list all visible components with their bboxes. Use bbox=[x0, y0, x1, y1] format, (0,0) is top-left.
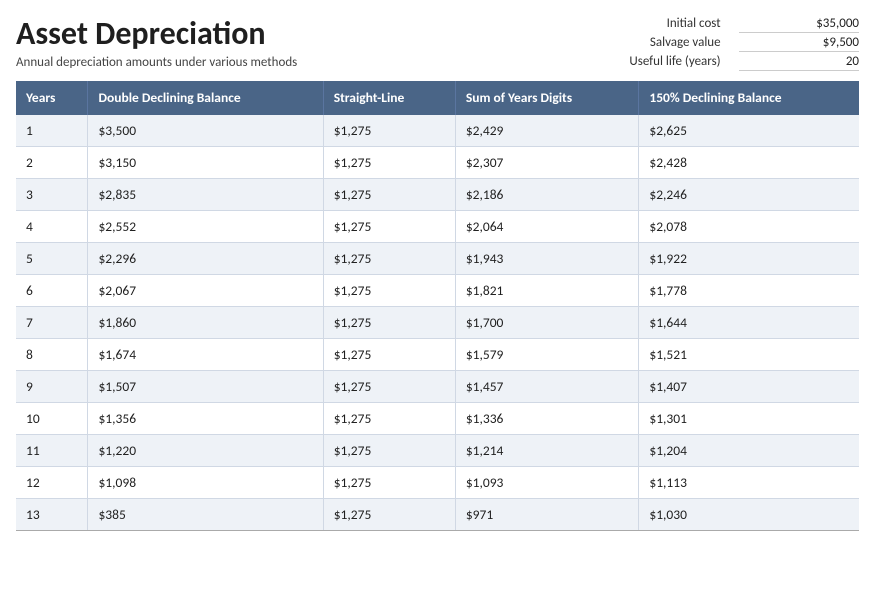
cell-year: 8 bbox=[16, 338, 88, 370]
table-row: 10$1,356$1,275$1,336$1,301 bbox=[16, 402, 859, 434]
cell-declining_150: $2,428 bbox=[639, 146, 859, 178]
table-row: 8$1,674$1,275$1,579$1,521 bbox=[16, 338, 859, 370]
cell-double_declining: $2,835 bbox=[88, 178, 323, 210]
cell-year: 1 bbox=[16, 115, 88, 147]
table-row: 6$2,067$1,275$1,821$1,778 bbox=[16, 274, 859, 306]
cell-double_declining: $2,552 bbox=[88, 210, 323, 242]
cell-year: 6 bbox=[16, 274, 88, 306]
cell-double_declining: $2,296 bbox=[88, 242, 323, 274]
cell-double_declining: $1,674 bbox=[88, 338, 323, 370]
cell-double_declining: $1,098 bbox=[88, 466, 323, 498]
info-block: Initial cost $35,000 Salvage value $9,500 Us… bbox=[579, 16, 859, 71]
table-row: 7$1,860$1,275$1,700$1,644 bbox=[16, 306, 859, 338]
col-header-sum_of_years: Sum of Years Digits bbox=[455, 81, 639, 115]
table-row: 2$3,150$1,275$2,307$2,428 bbox=[16, 146, 859, 178]
cell-straight_line: $1,275 bbox=[323, 402, 455, 434]
cell-declining_150: $1,301 bbox=[639, 402, 859, 434]
cell-declining_150: $1,521 bbox=[639, 338, 859, 370]
cell-year: 12 bbox=[16, 466, 88, 498]
cell-year: 2 bbox=[16, 146, 88, 178]
info-value: 20 bbox=[739, 54, 859, 71]
cell-straight_line: $1,275 bbox=[323, 210, 455, 242]
cell-year: 13 bbox=[16, 498, 88, 530]
cell-year: 3 bbox=[16, 178, 88, 210]
cell-straight_line: $1,275 bbox=[323, 146, 455, 178]
col-header-declining_150: 150% Declining Balance bbox=[639, 81, 859, 115]
table-body: 1$3,500$1,275$2,429$2,6252$3,150$1,275$2… bbox=[16, 115, 859, 531]
table-row: 1$3,500$1,275$2,429$2,625 bbox=[16, 115, 859, 147]
subtitle: Annual depreciation amounts under variou… bbox=[16, 55, 559, 70]
cell-declining_150: $1,407 bbox=[639, 370, 859, 402]
table-row: 9$1,507$1,275$1,457$1,407 bbox=[16, 370, 859, 402]
table-row: 5$2,296$1,275$1,943$1,922 bbox=[16, 242, 859, 274]
table-wrapper: YearsDouble Declining BalanceStraight-Li… bbox=[16, 81, 859, 531]
cell-sum_of_years: $1,457 bbox=[455, 370, 639, 402]
cell-straight_line: $1,275 bbox=[323, 498, 455, 530]
cell-straight_line: $1,275 bbox=[323, 242, 455, 274]
cell-straight_line: $1,275 bbox=[323, 338, 455, 370]
cell-sum_of_years: $1,943 bbox=[455, 242, 639, 274]
depreciation-table: YearsDouble Declining BalanceStraight-Li… bbox=[16, 81, 859, 531]
info-value: $35,000 bbox=[739, 16, 859, 33]
info-label: Initial cost bbox=[579, 16, 727, 33]
table-row: 12$1,098$1,275$1,093$1,113 bbox=[16, 466, 859, 498]
cell-straight_line: $1,275 bbox=[323, 370, 455, 402]
cell-year: 9 bbox=[16, 370, 88, 402]
info-label: Salvage value bbox=[579, 35, 727, 52]
table-row: 4$2,552$1,275$2,064$2,078 bbox=[16, 210, 859, 242]
cell-double_declining: $2,067 bbox=[88, 274, 323, 306]
cell-straight_line: $1,275 bbox=[323, 178, 455, 210]
cell-year: 5 bbox=[16, 242, 88, 274]
table-header-row: YearsDouble Declining BalanceStraight-Li… bbox=[16, 81, 859, 115]
cell-double_declining: $3,150 bbox=[88, 146, 323, 178]
cell-sum_of_years: $1,336 bbox=[455, 402, 639, 434]
cell-double_declining: $1,220 bbox=[88, 434, 323, 466]
cell-sum_of_years: $1,093 bbox=[455, 466, 639, 498]
cell-straight_line: $1,275 bbox=[323, 115, 455, 147]
info-value: $9,500 bbox=[739, 35, 859, 52]
cell-sum_of_years: $2,307 bbox=[455, 146, 639, 178]
cell-straight_line: $1,275 bbox=[323, 274, 455, 306]
info-label: Useful life (years) bbox=[579, 54, 727, 71]
cell-declining_150: $1,030 bbox=[639, 498, 859, 530]
cell-double_declining: $1,356 bbox=[88, 402, 323, 434]
cell-double_declining: $385 bbox=[88, 498, 323, 530]
cell-year: 4 bbox=[16, 210, 88, 242]
cell-declining_150: $1,922 bbox=[639, 242, 859, 274]
cell-sum_of_years: $1,700 bbox=[455, 306, 639, 338]
cell-declining_150: $1,778 bbox=[639, 274, 859, 306]
cell-sum_of_years: $2,429 bbox=[455, 115, 639, 147]
cell-straight_line: $1,275 bbox=[323, 434, 455, 466]
cell-straight_line: $1,275 bbox=[323, 466, 455, 498]
cell-sum_of_years: $2,186 bbox=[455, 178, 639, 210]
cell-declining_150: $1,113 bbox=[639, 466, 859, 498]
col-header-years: Years bbox=[16, 81, 88, 115]
col-header-double_declining: Double Declining Balance bbox=[88, 81, 323, 115]
cell-sum_of_years: $1,579 bbox=[455, 338, 639, 370]
cell-year: 11 bbox=[16, 434, 88, 466]
cell-straight_line: $1,275 bbox=[323, 306, 455, 338]
col-header-straight_line: Straight-Line bbox=[323, 81, 455, 115]
cell-double_declining: $1,507 bbox=[88, 370, 323, 402]
table-row: 13$385$1,275$971$1,030 bbox=[16, 498, 859, 530]
cell-sum_of_years: $1,214 bbox=[455, 434, 639, 466]
cell-declining_150: $2,078 bbox=[639, 210, 859, 242]
cell-declining_150: $2,246 bbox=[639, 178, 859, 210]
main-title: Asset Depreciation bbox=[16, 16, 559, 51]
cell-declining_150: $1,644 bbox=[639, 306, 859, 338]
cell-sum_of_years: $2,064 bbox=[455, 210, 639, 242]
cell-year: 10 bbox=[16, 402, 88, 434]
cell-double_declining: $1,860 bbox=[88, 306, 323, 338]
cell-double_declining: $3,500 bbox=[88, 115, 323, 147]
header-section: Asset Depreciation Annual depreciation a… bbox=[16, 16, 859, 71]
cell-declining_150: $2,625 bbox=[639, 115, 859, 147]
title-block: Asset Depreciation Annual depreciation a… bbox=[16, 16, 559, 70]
table-row: 11$1,220$1,275$1,214$1,204 bbox=[16, 434, 859, 466]
cell-declining_150: $1,204 bbox=[639, 434, 859, 466]
cell-year: 7 bbox=[16, 306, 88, 338]
table-row: 3$2,835$1,275$2,186$2,246 bbox=[16, 178, 859, 210]
cell-sum_of_years: $971 bbox=[455, 498, 639, 530]
cell-sum_of_years: $1,821 bbox=[455, 274, 639, 306]
